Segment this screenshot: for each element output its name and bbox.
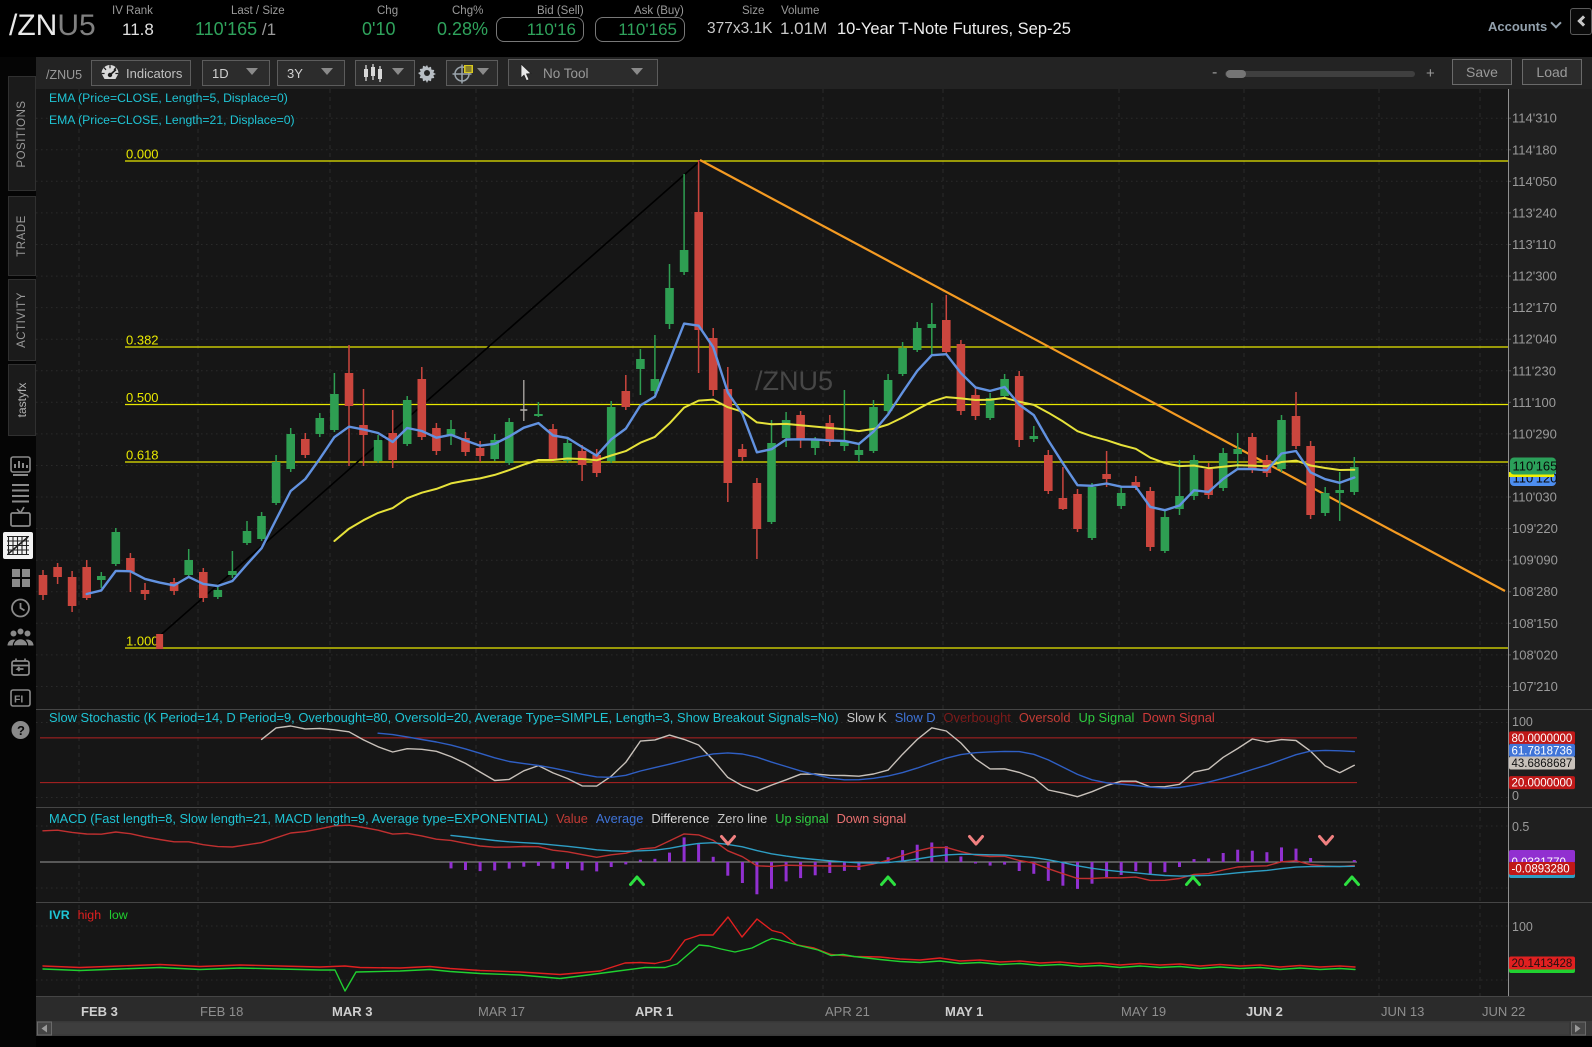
svg-text:FEB 18: FEB 18 bbox=[200, 1004, 243, 1019]
svg-text:0.382: 0.382 bbox=[126, 333, 159, 348]
svg-text:112'170: 112'170 bbox=[1512, 300, 1557, 315]
svg-text:0.5: 0.5 bbox=[1512, 820, 1529, 834]
svg-text:MAY 1: MAY 1 bbox=[945, 1004, 983, 1019]
svg-text:107'210: 107'210 bbox=[1512, 679, 1558, 694]
svg-text:20.1413428: 20.1413428 bbox=[1512, 958, 1573, 970]
svg-text:61.7818736: 61.7818736 bbox=[1512, 745, 1573, 757]
svg-text:20.0000000: 20.0000000 bbox=[1512, 778, 1573, 790]
svg-text:1.000: 1.000 bbox=[126, 634, 159, 649]
svg-text:110'165: 110'165 bbox=[1513, 459, 1558, 474]
svg-text:113'110: 113'110 bbox=[1512, 237, 1556, 252]
svg-text:-0.0893280: -0.0893280 bbox=[1512, 864, 1570, 876]
svg-text:MAY 19: MAY 19 bbox=[1121, 1004, 1166, 1019]
svg-text:108'280: 108'280 bbox=[1512, 584, 1558, 599]
svg-text:IVRhighlow: IVR high low bbox=[49, 908, 128, 922]
svg-text:JUN 22: JUN 22 bbox=[1482, 1004, 1525, 1019]
svg-text:0: 0 bbox=[1512, 789, 1519, 803]
svg-text:JUN 13: JUN 13 bbox=[1381, 1004, 1424, 1019]
svg-text:43.6868687: 43.6868687 bbox=[1512, 758, 1573, 770]
svg-text:111'100: 111'100 bbox=[1512, 395, 1556, 410]
svg-text:111'230: 111'230 bbox=[1512, 363, 1556, 378]
svg-text:0.618: 0.618 bbox=[126, 448, 159, 463]
svg-text:FEB 3: FEB 3 bbox=[81, 1004, 118, 1019]
svg-text:114'310: 114'310 bbox=[1512, 111, 1557, 126]
svg-text:100: 100 bbox=[1512, 920, 1533, 934]
svg-text:MACD (Fast length=8, Slow leng: MACD (Fast length=8, Slow length=21, MAC… bbox=[49, 811, 906, 826]
svg-text:109'220: 109'220 bbox=[1512, 521, 1558, 536]
svg-text:80.0000000: 80.0000000 bbox=[1512, 733, 1573, 745]
svg-text:114'050: 114'050 bbox=[1512, 174, 1557, 189]
svg-text:APR 21: APR 21 bbox=[825, 1004, 870, 1019]
svg-text:114'180: 114'180 bbox=[1512, 142, 1557, 157]
svg-text:EMA (Price=CLOSE, Length=5, Di: EMA (Price=CLOSE, Length=5, Displace=0) bbox=[49, 91, 288, 105]
svg-text:113'240: 113'240 bbox=[1512, 205, 1557, 220]
svg-text:110'290: 110'290 bbox=[1512, 426, 1557, 441]
svg-text:EMA (Price=CLOSE, Length=21, D: EMA (Price=CLOSE, Length=21, Displace=0) bbox=[49, 113, 295, 127]
svg-text:112'040: 112'040 bbox=[1512, 332, 1557, 347]
svg-text:108'020: 108'020 bbox=[1512, 647, 1558, 662]
svg-text:0.000: 0.000 bbox=[126, 147, 159, 162]
svg-text:/ZNU5: /ZNU5 bbox=[755, 366, 833, 396]
svg-text:109'090: 109'090 bbox=[1512, 553, 1558, 568]
svg-text:MAR 17: MAR 17 bbox=[478, 1004, 525, 1019]
svg-text:JUN 2: JUN 2 bbox=[1246, 1004, 1283, 1019]
svg-text:112'300: 112'300 bbox=[1512, 269, 1557, 284]
svg-text:110'030: 110'030 bbox=[1512, 490, 1557, 505]
svg-text:MAR 3: MAR 3 bbox=[332, 1004, 372, 1019]
svg-text:100: 100 bbox=[1512, 715, 1533, 729]
svg-text:108'150: 108'150 bbox=[1512, 616, 1558, 631]
svg-text:Slow Stochastic (K Period=14,: Slow Stochastic (K Period=14, D Period=9… bbox=[49, 710, 1215, 725]
svg-text:APR 1: APR 1 bbox=[635, 1004, 673, 1019]
svg-text:0.500: 0.500 bbox=[126, 390, 159, 405]
